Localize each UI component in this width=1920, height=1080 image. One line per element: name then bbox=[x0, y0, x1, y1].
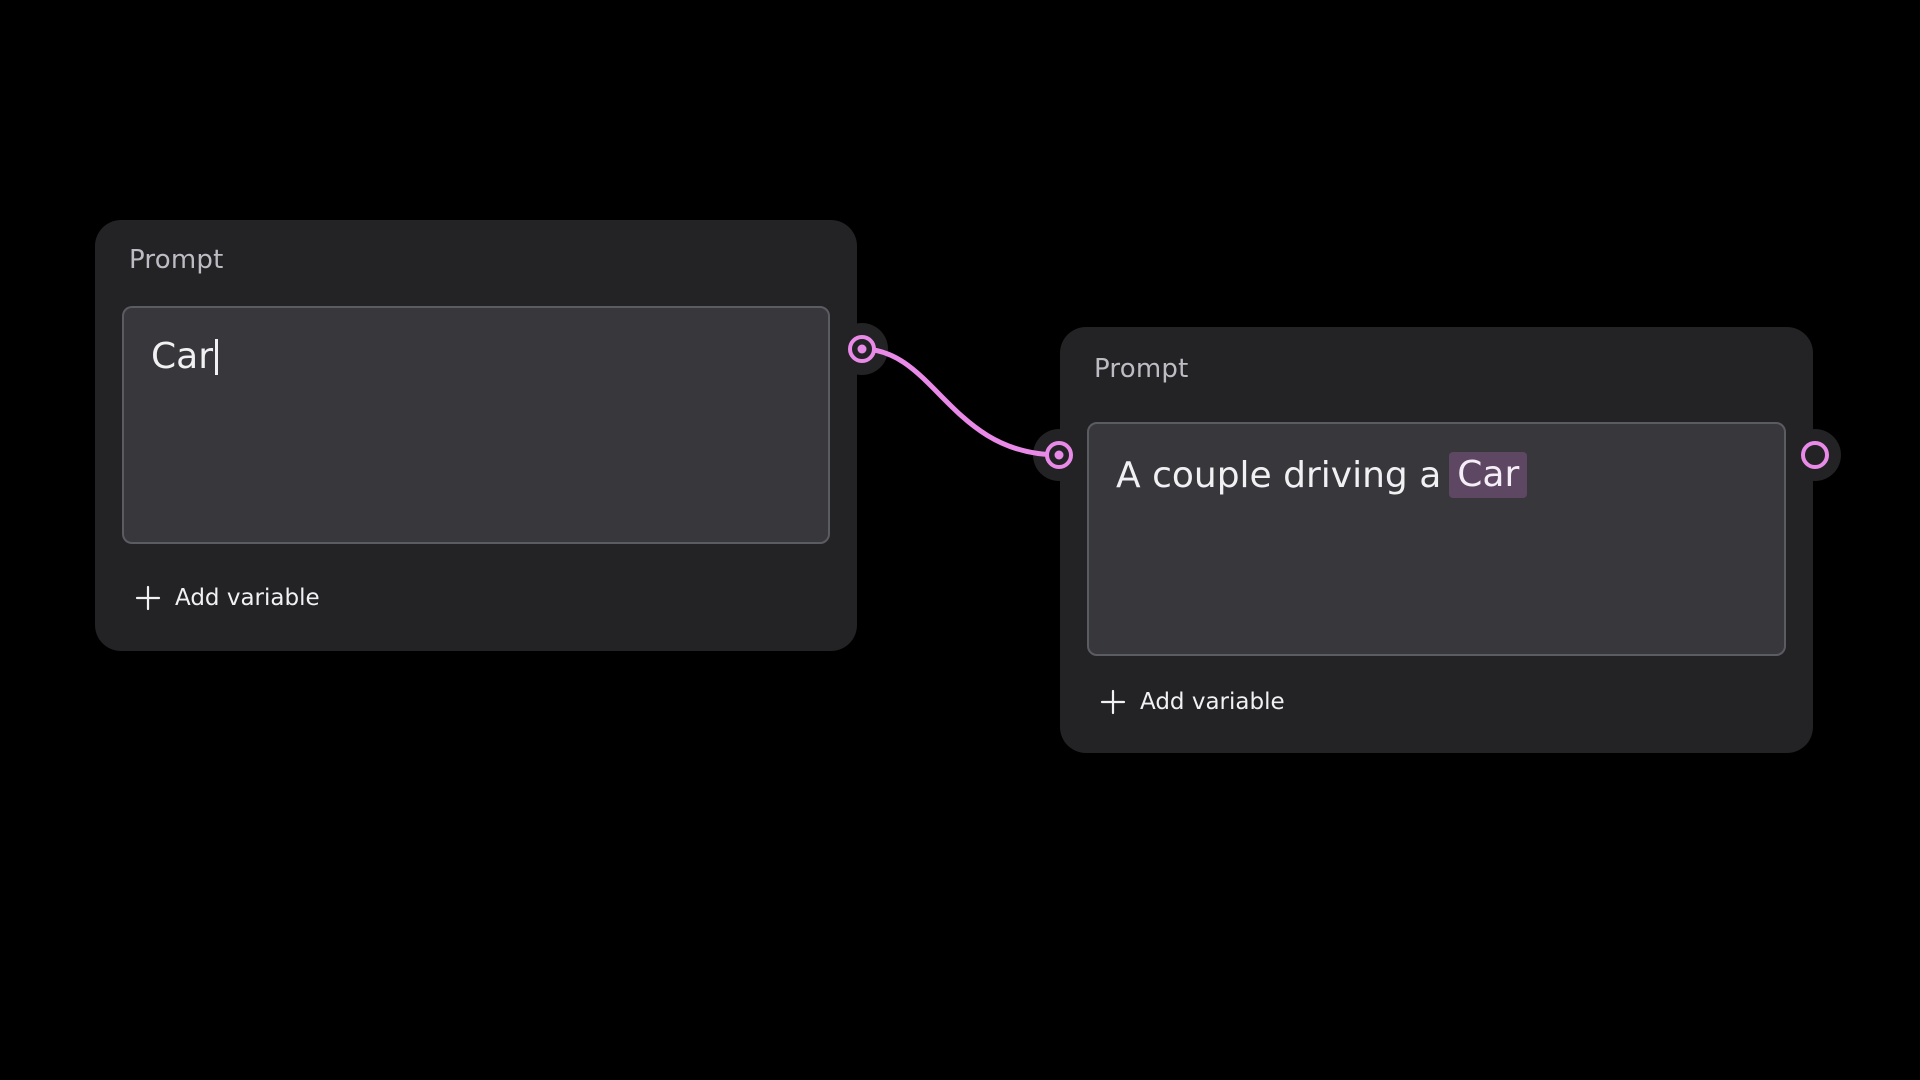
add-variable-label: Add variable bbox=[1140, 689, 1285, 715]
prompt-text-field[interactable]: Car bbox=[122, 306, 830, 544]
variable-chip[interactable]: Car bbox=[1449, 452, 1528, 498]
plus-icon bbox=[135, 585, 161, 611]
prompt-node-target[interactable]: Prompt A couple driving a Car Add variab… bbox=[1060, 327, 1813, 753]
prompt-text-field[interactable]: A couple driving a Car bbox=[1087, 422, 1786, 656]
prompt-text: A couple driving a bbox=[1116, 454, 1442, 496]
plus-icon bbox=[1100, 689, 1126, 715]
output-port-connected[interactable] bbox=[848, 335, 876, 363]
node-title: Prompt bbox=[1094, 354, 1189, 384]
add-variable-button[interactable]: Add variable bbox=[135, 585, 320, 611]
text-cursor bbox=[215, 338, 218, 375]
prompt-node-source[interactable]: Prompt Car Add variable bbox=[95, 220, 857, 651]
node-title: Prompt bbox=[129, 245, 224, 275]
connection-wire[interactable] bbox=[859, 346, 1062, 458]
add-variable-label: Add variable bbox=[175, 585, 320, 611]
input-port-connected[interactable] bbox=[1045, 441, 1073, 469]
node-editor-canvas[interactable]: Prompt Car Add variable Prompt A couple … bbox=[0, 0, 1920, 1080]
add-variable-button[interactable]: Add variable bbox=[1100, 689, 1285, 715]
output-port[interactable] bbox=[1801, 441, 1829, 469]
prompt-text: Car bbox=[151, 336, 213, 377]
